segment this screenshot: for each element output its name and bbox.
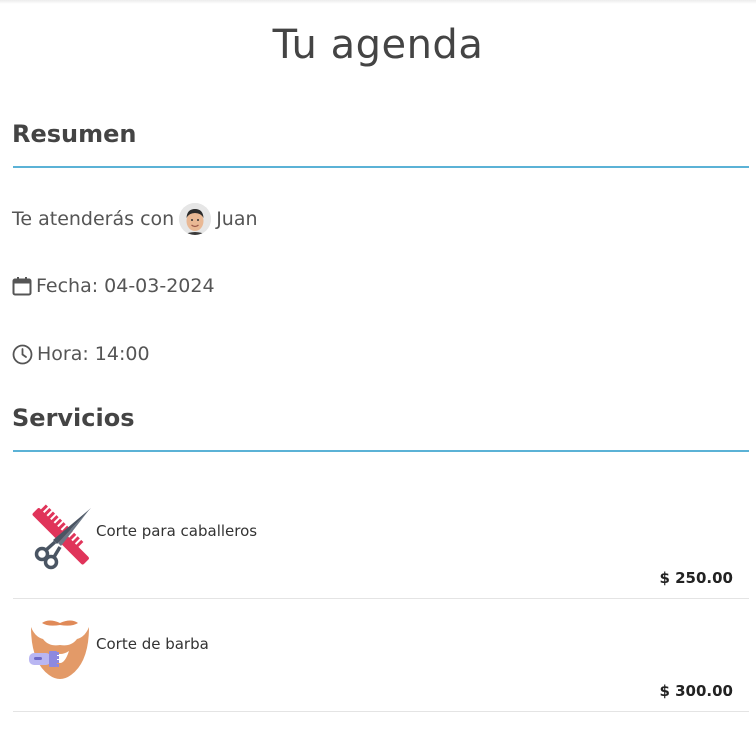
service-price: $ 300.00	[659, 682, 733, 700]
clock-icon	[12, 344, 33, 365]
barber-row: Te atenderás con Juan	[12, 203, 258, 235]
page-title: Tu agenda	[272, 22, 484, 68]
service-item[interactable]: Corte para caballeros $ 250.00	[13, 486, 749, 599]
scissors-comb-icon	[27, 504, 93, 570]
beard-trimmer-icon	[27, 617, 93, 683]
services-heading: Servicios	[12, 404, 135, 432]
summary-heading: Resumen	[12, 120, 137, 148]
time-row: Hora: 14:00	[12, 343, 150, 365]
service-item[interactable]: Corte de barba $ 300.00	[13, 599, 749, 712]
time-text: Hora: 14:00	[37, 343, 150, 365]
services-divider	[13, 450, 749, 452]
summary-divider	[13, 166, 749, 168]
top-shadow	[0, 0, 756, 4]
calendar-icon	[12, 276, 32, 296]
avatar	[179, 203, 212, 235]
service-name: Corte de barba	[96, 635, 209, 653]
agenda-page: Tu agenda Resumen Te atenderás con Juan	[0, 0, 756, 756]
barber-name: Juan	[216, 208, 258, 230]
attended-by-label: Te atenderás con	[12, 208, 175, 230]
date-row: Fecha: 04-03-2024	[12, 275, 215, 297]
service-price: $ 250.00	[659, 569, 733, 587]
service-name: Corte para caballeros	[96, 522, 258, 540]
date-text: Fecha: 04-03-2024	[36, 275, 215, 297]
